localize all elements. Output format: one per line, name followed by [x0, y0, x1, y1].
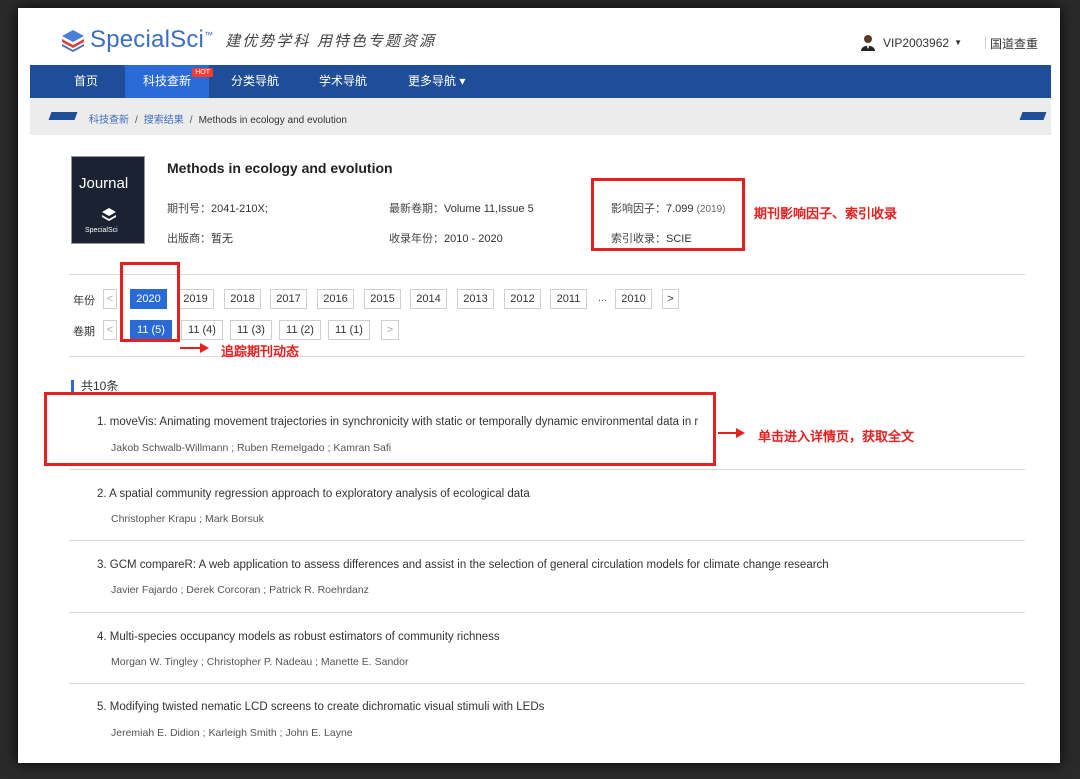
breadcrumb-decoration [48, 112, 78, 120]
divider [69, 540, 1025, 541]
issue-11-2[interactable]: 11 (2) [279, 320, 321, 340]
year-filter-label: 年份 [73, 295, 95, 307]
top-header: SpecialSci™ 建优势学科 用特色专题资源 VIP2003962 ▼ 国… [18, 8, 1060, 65]
detail-annotation: 单击进入详情页，获取全文 [758, 429, 915, 444]
breadcrumb-trail: 科技查新 / 搜索结果 / Methods in ecology and evoluti… [89, 115, 347, 126]
breadcrumb: 科技查新 / 搜索结果 / Methods in ecology and evoluti… [30, 98, 1051, 135]
impact-annotation: 期刊影响因子、索引收录 [754, 206, 898, 221]
issue-filter-label: 卷期 [73, 326, 95, 338]
site-logo[interactable]: SpecialSci™ 建优势学科 用特色专题资源 [60, 26, 436, 54]
year-2010[interactable]: 2010 [615, 289, 652, 309]
track-arrow-line [180, 347, 202, 349]
nav-item-label: 科技查新 [143, 74, 192, 88]
article-title-3[interactable]: 3. GCM compareR: A web application to as… [97, 559, 829, 571]
year-issue-highlight-box [120, 262, 180, 342]
chevron-down-icon: ▼ [954, 38, 962, 47]
cover-brand: SpecialSci [85, 227, 118, 234]
divider [69, 469, 1025, 470]
user-menu[interactable]: VIP2003962 ▼ [860, 34, 962, 51]
user-avatar-icon [861, 35, 876, 51]
years-info: 收录年份：2010 - 2020 [389, 233, 503, 245]
article-title-5[interactable]: 5. Modifying twisted nematic LCD screens… [97, 701, 544, 713]
article-title-2[interactable]: 2. A spatial community regression approa… [97, 488, 530, 500]
year-2019[interactable]: 2019 [177, 289, 214, 309]
divider [69, 356, 1025, 357]
logo-stack-icon [62, 30, 84, 52]
year-2012[interactable]: 2012 [504, 289, 541, 309]
issue-11-3[interactable]: 11 (3) [230, 320, 272, 340]
breadcrumb-decoration-right [1019, 112, 1047, 120]
user-name: VIP2003962 [883, 35, 950, 50]
header-divider [985, 36, 986, 49]
year-ellipsis: ... [598, 292, 608, 304]
plagiarism-check-link[interactable]: 国道查重 [990, 35, 1038, 52]
breadcrumb-current: Methods in ecology and evolution [198, 115, 347, 126]
journal-title: Methods in ecology and evolution [167, 160, 393, 176]
year-2015[interactable]: 2015 [364, 289, 401, 309]
nav-item-novelty-search[interactable]: 科技查新 HOT [125, 65, 214, 98]
breadcrumb-link-results[interactable]: 搜索结果 [144, 115, 184, 126]
article-authors-5: Jeremiah E. Didion ; Karleigh Smith ; Jo… [111, 727, 353, 739]
year-next-button[interactable]: > [662, 289, 679, 309]
track-annotation: 追踪期刊动态 [221, 344, 300, 359]
impact-factor-highlight-box [591, 178, 745, 251]
logo-text: SpecialSci™ [90, 26, 214, 53]
year-2011[interactable]: 2011 [550, 289, 587, 309]
arrow-right-icon [736, 428, 745, 438]
cover-logo-icon [102, 208, 116, 221]
issue-next-button[interactable]: > [381, 320, 399, 340]
nav-item-academic[interactable]: 学术导航 [303, 65, 383, 98]
article-authors-3: Javier Fajardo ; Derek Corcoran ; Patric… [111, 584, 369, 596]
year-2013[interactable]: 2013 [457, 289, 494, 309]
issn-info: 期刊号：2041-210X; [167, 203, 268, 215]
article-highlight-box [44, 392, 716, 466]
publisher-info: 出版商：暂无 [167, 233, 233, 245]
main-nav: 首页 科技查新 HOT 分类导航 学术导航 更多导航 ▾ [30, 65, 1051, 98]
article-title-4[interactable]: 4. Multi-species occupancy models as rob… [97, 631, 500, 643]
year-prev-button[interactable]: < [103, 289, 117, 309]
divider [69, 683, 1025, 684]
article-authors-4: Morgan W. Tingley ; Christopher P. Nadea… [111, 656, 409, 668]
divider [69, 612, 1025, 613]
latest-issue-info: 最新卷期：Volume 11,Issue 5 [389, 203, 534, 215]
breadcrumb-link-novelty[interactable]: 科技查新 [89, 115, 129, 126]
cover-title: Journal [79, 175, 129, 192]
year-2016[interactable]: 2016 [317, 289, 354, 309]
issue-prev-button[interactable]: < [103, 320, 117, 340]
journal-cover: Journal SpecialSci [71, 156, 145, 244]
hot-badge: HOT [192, 68, 214, 77]
issue-11-4[interactable]: 11 (4) [181, 320, 223, 340]
detail-arrow-line [718, 432, 738, 434]
screenshot-frame: SpecialSci™ 建优势学科 用特色专题资源 VIP2003962 ▼ 国… [18, 8, 1060, 763]
divider [69, 274, 1025, 275]
year-2014[interactable]: 2014 [410, 289, 447, 309]
nav-item-more[interactable]: 更多导航 ▾ [392, 65, 481, 98]
site-slogan: 建优势学科 用特色专题资源 [225, 31, 437, 50]
nav-item-home[interactable]: 首页 [58, 65, 114, 98]
year-2018[interactable]: 2018 [224, 289, 261, 309]
article-authors-2: Christopher Krapu ; Mark Borsuk [111, 513, 264, 525]
issue-11-1[interactable]: 11 (1) [328, 320, 370, 340]
arrow-right-icon [200, 343, 209, 353]
year-2017[interactable]: 2017 [270, 289, 307, 309]
nav-item-category[interactable]: 分类导航 [215, 65, 295, 98]
